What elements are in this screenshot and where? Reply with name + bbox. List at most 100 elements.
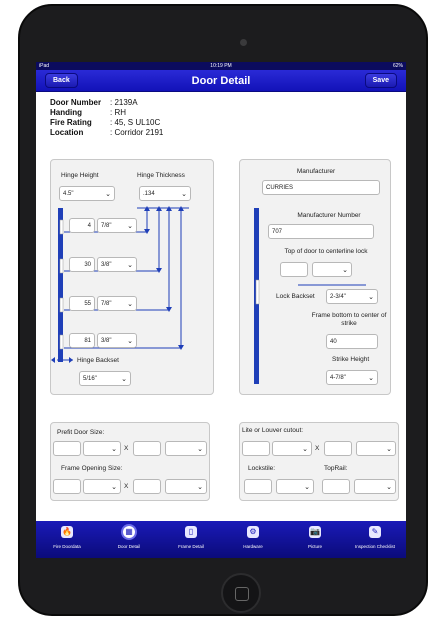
save-button[interactable]: Save [364, 73, 397, 88]
info-row-door-number: Door Number : 2139A [50, 98, 163, 108]
handing-value: : RH [110, 108, 126, 117]
tab-picture[interactable]: 📷 Picture [284, 521, 346, 558]
chevron-down-icon: ⌄ [111, 484, 117, 491]
lockstile-fraction-select[interactable]: ⌄ [276, 479, 314, 494]
chevron-down-icon: ⌄ [121, 376, 127, 383]
hinge-backset-label: Hinge Backset [77, 357, 119, 364]
manufacturer-number-value: 707 [272, 229, 283, 235]
chevron-down-icon: ⌄ [342, 267, 348, 274]
lockstile-field[interactable] [244, 479, 272, 494]
checklist-icon: ✎ [369, 526, 381, 538]
lockstile-label: Lockstile: [248, 465, 276, 472]
chevron-down-icon: ⌄ [386, 484, 392, 491]
handing-label: Handing [50, 108, 82, 117]
prefit-width-fraction-select[interactable]: ⌄ [83, 441, 121, 456]
hinge-4-whole-field[interactable]: 81 [69, 333, 95, 348]
hinge-3-fraction-select[interactable]: 7/8" ⌄ [97, 296, 137, 311]
tab-label: Fire Doordata [53, 544, 81, 549]
strike-center-field[interactable]: 40 [326, 334, 378, 349]
hinge-backset-select[interactable]: 5/16" ⌄ [79, 371, 131, 386]
lock-backset-select[interactable]: 2-3/4" ⌄ [326, 289, 378, 304]
tab-bar: 🔥 Fire Doordata ▦ Door Detail ▯ Frame De… [36, 521, 406, 558]
hinge-3-whole-field[interactable]: 55 [69, 296, 95, 311]
chevron-down-icon: ⌄ [111, 446, 117, 453]
hinge-2-fraction-value: 3/8" [101, 262, 112, 268]
hinge-3-whole-value: 55 [84, 301, 91, 307]
manufacturer-number-label: Manufacturer Number [297, 212, 361, 219]
prefit-height-fraction-select[interactable]: ⌄ [165, 441, 207, 456]
fire-rating-value: : 45, S UL10C [110, 118, 161, 127]
door-info: Door Number: 2139A Handing: RH Fire Rati… [50, 98, 163, 138]
camera-icon: 📷 [309, 526, 321, 538]
frame-icon: ▯ [185, 526, 197, 538]
hinge-1-whole-field[interactable]: 4 [69, 218, 95, 233]
prefit-width-field[interactable] [53, 441, 81, 456]
lock-backset-value: 2-3/4" [330, 294, 346, 300]
tab-fire-doordata[interactable]: 🔥 Fire Doordata [36, 521, 98, 558]
frame-height-fraction-select[interactable]: ⌄ [165, 479, 207, 494]
info-row-handing: Handing : RH [50, 108, 163, 118]
manufacturer-panel: Manufacturer CURRIES Manufacturer Number… [239, 159, 391, 395]
lite-x-label: X [315, 445, 320, 452]
top-to-centerline-select[interactable]: ⌄ [312, 262, 352, 277]
hinge-2-whole-field[interactable]: 30 [69, 257, 95, 272]
navigation-bar: Back Door Detail Save [36, 70, 406, 92]
strike-height-label: Strike Height [332, 356, 370, 363]
hinge-1-fraction-value: 7/8" [101, 223, 112, 229]
chevron-down-icon: ⌄ [368, 294, 374, 301]
status-battery: 62% [392, 63, 403, 69]
tab-door-detail[interactable]: ▦ Door Detail [98, 521, 160, 558]
strike-height-value: 4-7/8" [330, 375, 346, 381]
strike-height-select[interactable]: 4-7/8" ⌄ [326, 370, 378, 385]
chevron-down-icon: ⌄ [197, 446, 203, 453]
chevron-down-icon: ⌄ [197, 484, 203, 491]
hinge-1-fraction-select[interactable]: 7/8" ⌄ [97, 218, 137, 233]
hinge-leaf-4 [59, 334, 64, 350]
front-camera [240, 39, 247, 46]
door-number-value: : 2139A [110, 98, 138, 107]
manufacturer-number-field[interactable]: 707 [268, 224, 374, 239]
hinge-2-whole-value: 30 [84, 262, 91, 268]
frame-opening-size-label: Frame Opening Size: [61, 465, 123, 472]
hinge-leaf-2 [59, 258, 64, 274]
lite-height-field[interactable] [324, 441, 352, 456]
strike-center-label: Frame bottom to center of strike [311, 312, 387, 327]
frame-width-field[interactable] [53, 479, 81, 494]
lite-width-field[interactable] [242, 441, 270, 456]
door-detail-icon: ▦ [123, 526, 135, 538]
chevron-down-icon: ⌄ [127, 262, 133, 269]
lock-backset-label: Lock Backset [276, 293, 315, 300]
hinge-diagram [51, 206, 189, 363]
door-number-label: Door Number [50, 98, 102, 107]
toprail-fraction-select[interactable]: ⌄ [354, 479, 396, 494]
hinge-4-fraction-select[interactable]: 3/8" ⌄ [97, 333, 137, 348]
tab-label: Inspection Checklist [354, 544, 396, 549]
chevron-down-icon: ⌄ [127, 338, 133, 345]
lock-strike-plate [255, 279, 260, 305]
app-screen: iPad 10:19 PM 62% Back Door Detail Save … [36, 62, 406, 558]
status-time: 10:19 PM [210, 63, 232, 69]
chevron-down-icon: ⌄ [386, 446, 392, 453]
lite-louver-panel: Lite or Louver cutout: ⌄ X ⌄ Lockstile: … [239, 422, 399, 501]
chevron-down-icon: ⌄ [302, 446, 308, 453]
toprail-field[interactable] [322, 479, 350, 494]
hinge-backset-value: 5/16" [83, 376, 97, 382]
tab-hardware[interactable]: ⚙ Hardware [222, 521, 284, 558]
frame-height-field[interactable] [133, 479, 161, 494]
tab-inspection-checklist[interactable]: ✎ Inspection Checklist [344, 521, 406, 558]
lite-height-fraction-select[interactable]: ⌄ [356, 441, 396, 456]
prefit-door-size-label: Prefit Door Size: [57, 429, 105, 436]
hardware-icon: ⚙ [247, 526, 259, 538]
frame-width-fraction-select[interactable]: ⌄ [83, 479, 121, 494]
location-value: : Corridor 2191 [110, 128, 164, 137]
home-button[interactable] [221, 573, 261, 613]
strike-center-value: 40 [330, 339, 337, 345]
location-label: Location [50, 128, 84, 137]
hinge-panel: Hinge Height Hinge Thickness 4.5" ⌄ .134 ⌄ [50, 159, 214, 395]
top-to-centerline-field[interactable] [280, 262, 308, 277]
hinge-2-fraction-select[interactable]: 3/8" ⌄ [97, 257, 137, 272]
prefit-height-field[interactable] [133, 441, 161, 456]
lite-width-fraction-select[interactable]: ⌄ [272, 441, 312, 456]
tab-frame-detail[interactable]: ▯ Frame Detail [160, 521, 222, 558]
toprail-label: TopRail: [324, 465, 348, 472]
